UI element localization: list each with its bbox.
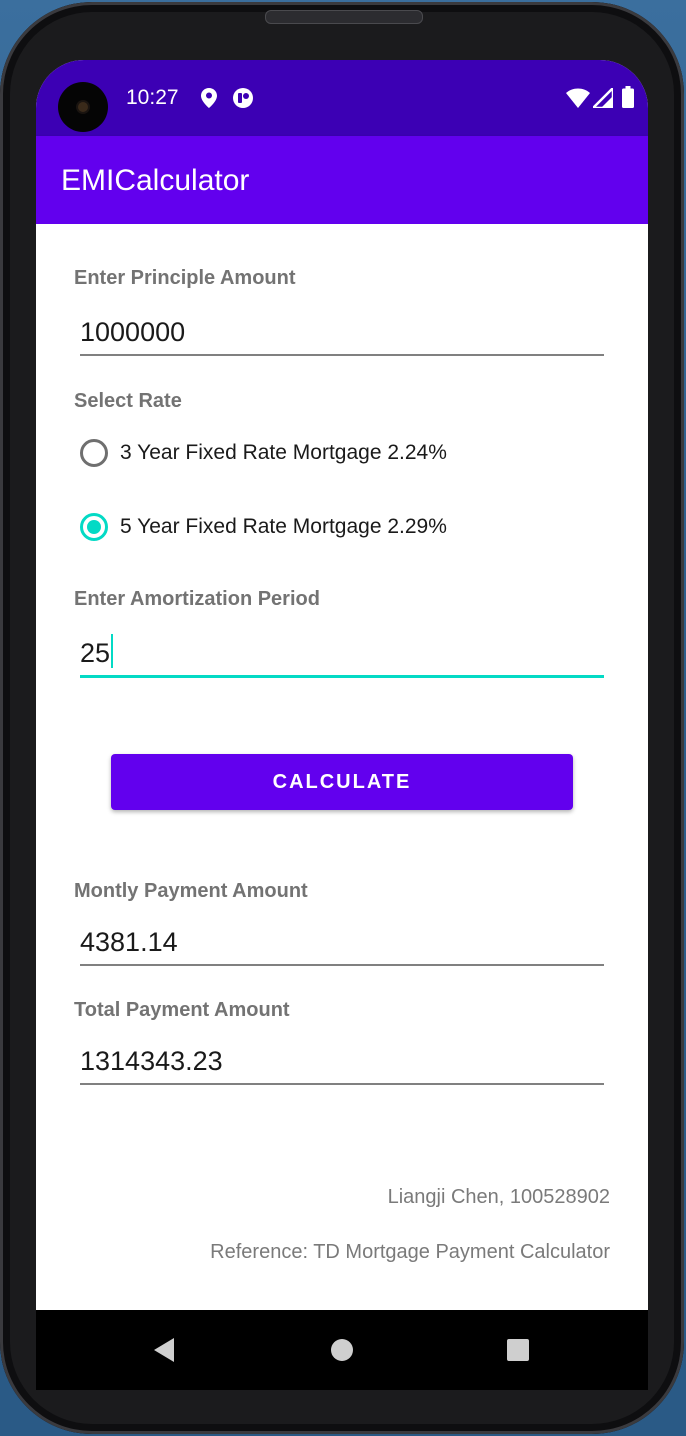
total-payment-field[interactable]: 1314343.23 — [80, 1033, 604, 1085]
text-cursor — [111, 634, 114, 668]
rate-option-label: 5 Year Fixed Rate Mortgage 2.29% — [120, 515, 447, 538]
recents-icon[interactable] — [504, 1336, 532, 1364]
principal-value: 1000000 — [80, 317, 186, 347]
navigation-bar — [36, 1310, 648, 1390]
monthly-payment-label: Montly Payment Amount — [74, 880, 308, 902]
amortization-input[interactable]: 25 — [80, 625, 604, 678]
author-text: Liangji Chen, 100528902 — [387, 1186, 610, 1208]
back-icon[interactable] — [150, 1336, 178, 1364]
app-title: EMICalculator — [61, 164, 250, 197]
notification-icon — [232, 87, 254, 114]
signal-icon — [589, 84, 615, 113]
phone-frame: 10:27 EMICalculator Enter Principle Amou… — [0, 2, 684, 1434]
rate-option-3-year[interactable]: 3 Year Fixed Rate Mortgage 2.24% — [80, 433, 447, 473]
wifi-icon — [566, 88, 590, 113]
total-payment-label: Total Payment Amount — [74, 999, 290, 1021]
radio-checked-icon[interactable] — [80, 513, 108, 541]
radio-unchecked-icon[interactable] — [80, 439, 108, 467]
rate-label: Select Rate — [74, 390, 182, 412]
status-time: 10:27 — [126, 86, 179, 109]
rate-option-5-year[interactable]: 5 Year Fixed Rate Mortgage 2.29% — [80, 507, 447, 547]
phone-speaker — [265, 10, 423, 24]
monthly-payment-field[interactable]: 4381.14 — [80, 914, 604, 966]
calculate-button[interactable]: CALCULATE — [111, 754, 573, 810]
monthly-payment-value: 4381.14 — [80, 927, 178, 957]
total-payment-value: 1314343.23 — [80, 1046, 223, 1076]
main-content: Enter Principle Amount 1000000 Select Ra… — [36, 224, 648, 1310]
amortization-field-content: 25 — [80, 634, 114, 669]
front-camera — [58, 82, 108, 132]
location-icon — [201, 88, 217, 113]
reference-text: Reference: TD Mortgage Payment Calculato… — [210, 1241, 610, 1263]
principal-input[interactable]: 1000000 — [80, 304, 604, 356]
home-icon[interactable] — [328, 1336, 356, 1364]
principal-label: Enter Principle Amount — [74, 267, 296, 289]
amortization-value: 25 — [80, 638, 111, 668]
amortization-label: Enter Amortization Period — [74, 588, 320, 610]
screen: 10:27 EMICalculator Enter Principle Amou… — [36, 60, 648, 1390]
status-bar: 10:27 — [36, 60, 648, 136]
battery-icon — [622, 86, 634, 113]
app-bar: EMICalculator — [36, 136, 648, 224]
rate-option-label: 3 Year Fixed Rate Mortgage 2.24% — [120, 441, 447, 464]
